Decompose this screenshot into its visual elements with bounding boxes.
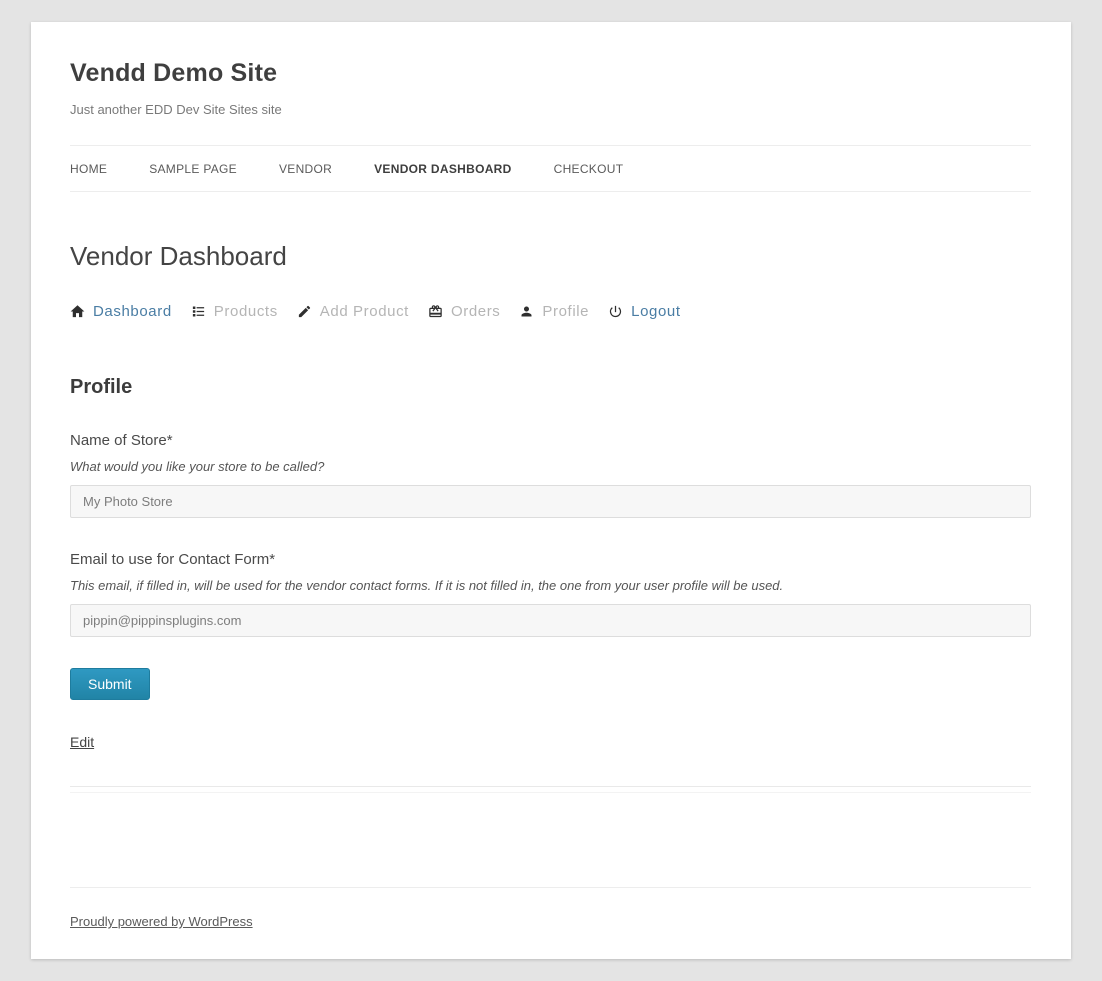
vendor-nav-label: Products	[214, 303, 278, 320]
profile-heading: Profile	[70, 376, 1031, 399]
list-icon	[191, 304, 206, 319]
store-name-input[interactable]	[70, 485, 1031, 518]
pencil-icon	[297, 304, 312, 319]
vendor-nav-label: Orders	[451, 303, 500, 320]
edit-link[interactable]: Edit	[70, 734, 94, 750]
home-icon	[70, 304, 85, 319]
site-header: Vendd Demo Site Just another EDD Dev Sit…	[70, 59, 1031, 117]
site-title[interactable]: Vendd Demo Site	[70, 59, 1031, 88]
vendor-nav-profile[interactable]: Profile	[519, 303, 589, 320]
nav-item-home[interactable]: HOME	[70, 162, 107, 176]
vendor-nav-label: Profile	[542, 303, 589, 320]
vendor-nav-logout[interactable]: Logout	[608, 303, 680, 320]
power-icon	[608, 304, 623, 319]
contact-email-input[interactable]	[70, 604, 1031, 637]
store-name-description: What would you like your store to be cal…	[70, 459, 1031, 474]
nav-item-vendor[interactable]: VENDOR	[279, 162, 332, 176]
vendor-nav-dashboard[interactable]: Dashboard	[70, 303, 172, 320]
divider	[70, 792, 1031, 793]
vendor-nav-add-product[interactable]: Add Product	[297, 303, 409, 320]
site-footer: Proudly powered by WordPress	[70, 888, 1031, 931]
divider	[70, 786, 1031, 787]
gift-icon	[428, 304, 443, 319]
profile-section: Profile Name of Store* What would you li…	[70, 376, 1031, 752]
store-name-label: Name of Store*	[70, 432, 1031, 449]
vendor-nav-label: Logout	[631, 303, 680, 320]
nav-item-sample-page[interactable]: SAMPLE PAGE	[149, 162, 237, 176]
page-title: Vendor Dashboard	[70, 241, 1031, 272]
wordpress-credit-link[interactable]: Proudly powered by WordPress	[70, 914, 253, 929]
vendor-nav-label: Add Product	[320, 303, 409, 320]
contact-email-label: Email to use for Contact Form*	[70, 551, 1031, 568]
nav-item-vendor-dashboard[interactable]: VENDOR DASHBOARD	[374, 162, 511, 176]
vendor-nav-orders[interactable]: Orders	[428, 303, 500, 320]
main-content: Vendor Dashboard Dashboard Products Add …	[70, 241, 1031, 793]
site-card: Vendd Demo Site Just another EDD Dev Sit…	[31, 22, 1071, 959]
vendor-nav-label: Dashboard	[93, 303, 172, 320]
site-tagline: Just another EDD Dev Site Sites site	[70, 102, 1031, 117]
nav-item-checkout[interactable]: CHECKOUT	[554, 162, 624, 176]
primary-nav: HOME SAMPLE PAGE VENDOR VENDOR DASHBOARD…	[70, 146, 1031, 192]
vendor-dashboard-nav: Dashboard Products Add Product Orders	[70, 303, 1031, 320]
contact-email-description: This email, if filled in, will be used f…	[70, 578, 1031, 593]
user-icon	[519, 304, 534, 319]
submit-button[interactable]: Submit	[70, 668, 150, 700]
vendor-nav-products[interactable]: Products	[191, 303, 278, 320]
